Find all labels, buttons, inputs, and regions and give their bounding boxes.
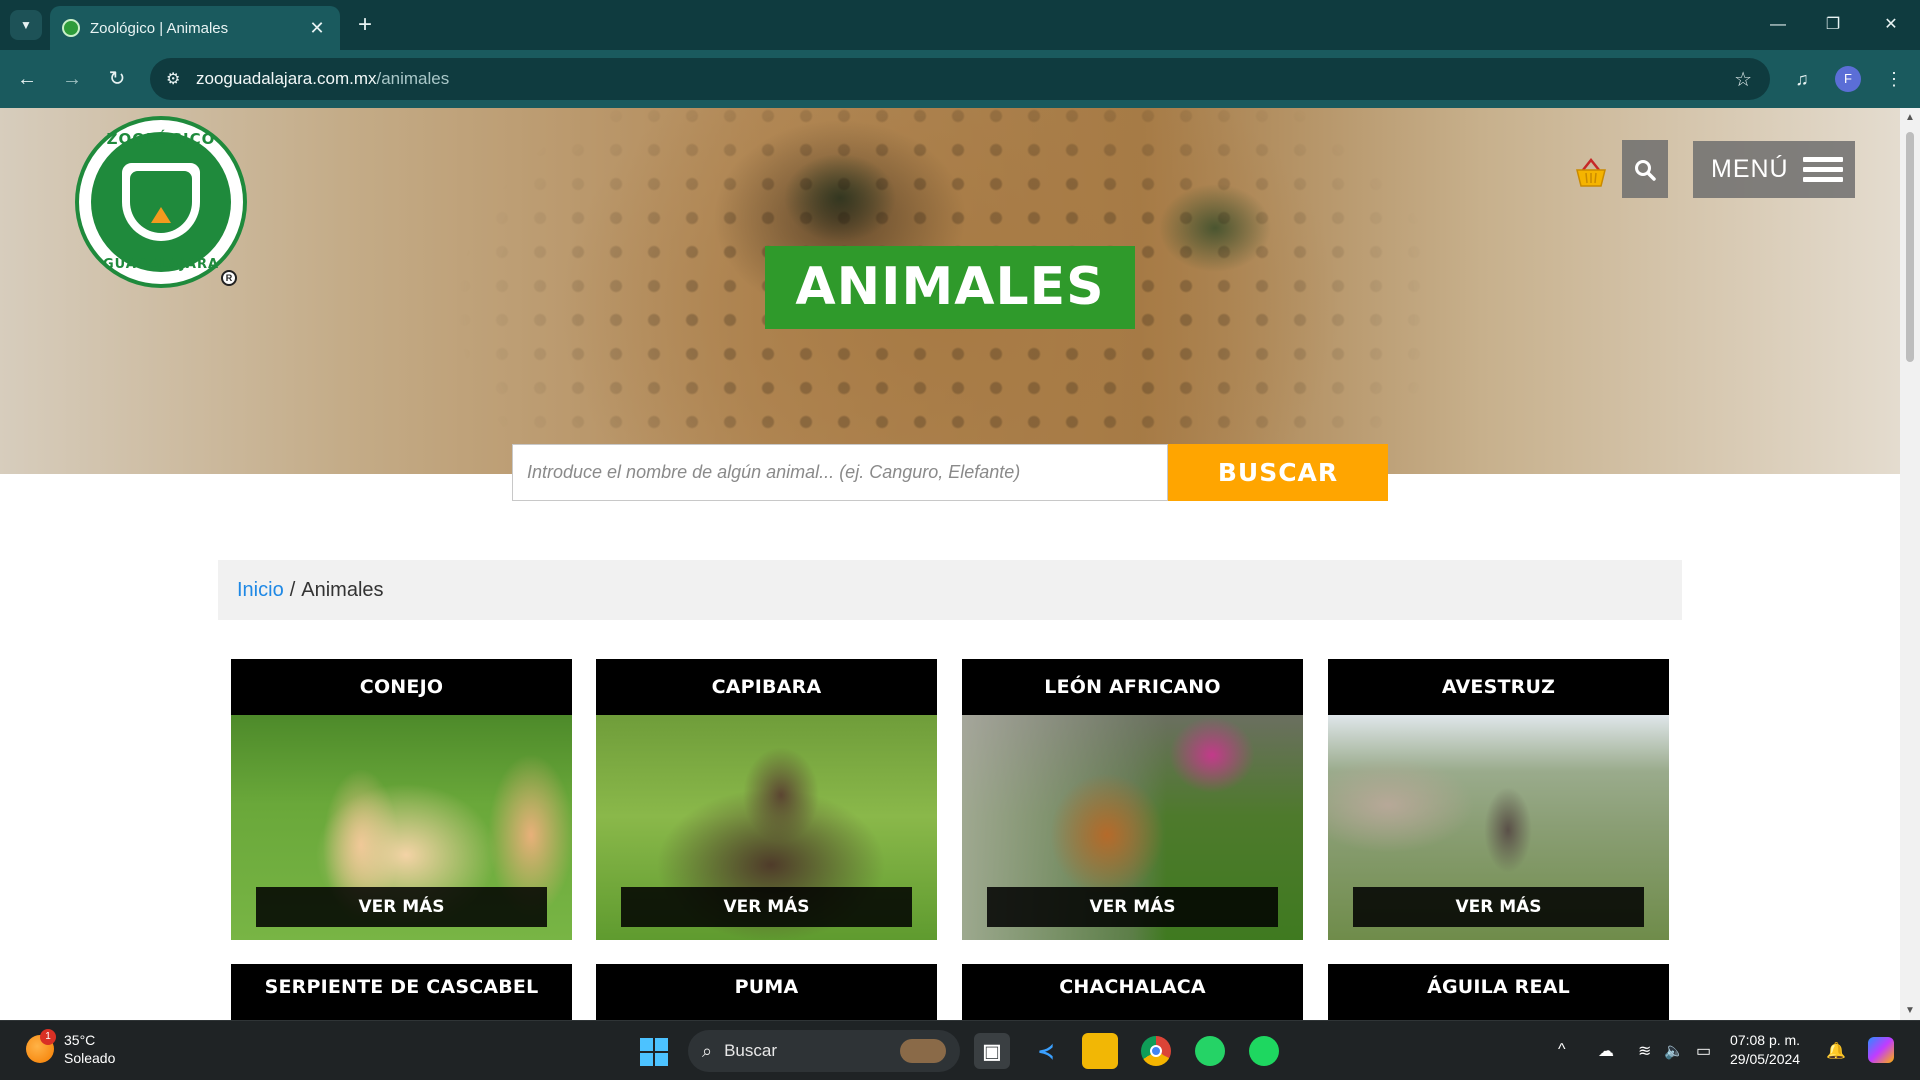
taskbar-search[interactable]: ⌕ Buscar xyxy=(688,1030,960,1072)
ver-mas-button[interactable]: VER MÁS xyxy=(1353,887,1644,927)
rabbit-image: VER MÁS xyxy=(231,715,572,940)
logo-shield-icon xyxy=(122,163,200,241)
cloud-offline-icon[interactable]: ☁ xyxy=(1598,1041,1614,1061)
search-submit-button[interactable]: BUSCAR xyxy=(1168,444,1388,501)
scroll-up-arrow-icon[interactable]: ▲ xyxy=(1905,112,1915,123)
animal-card[interactable]: CHACHALACA xyxy=(962,964,1303,1020)
capybara-image: VER MÁS xyxy=(596,715,937,940)
animal-card[interactable]: ÁGUILA REAL xyxy=(1328,964,1669,1020)
breadcrumb-current: Animales xyxy=(301,578,384,601)
copilot-icon[interactable] xyxy=(1868,1037,1894,1063)
animal-search-input[interactable] xyxy=(512,444,1168,501)
scroll-down-arrow-icon[interactable]: ▼ xyxy=(1905,1005,1915,1016)
file-explorer-icon[interactable] xyxy=(1082,1033,1118,1069)
animal-card[interactable]: SERPIENTE DE CASCABEL xyxy=(231,964,572,1020)
volume-icon[interactable]: 🔈 xyxy=(1664,1041,1684,1061)
browser-toolbar: ← → ↻ ⚙ zooguadalajara.com.mx/animales ☆… xyxy=(0,50,1920,108)
animal-card[interactable]: AVESTRUZ VER MÁS xyxy=(1328,659,1669,940)
animal-card[interactable]: LEÓN AFRICANO VER MÁS xyxy=(962,659,1303,940)
weather-widget[interactable]: 1 35°C Soleado xyxy=(26,1029,116,1067)
ver-mas-button[interactable]: VER MÁS xyxy=(256,887,547,927)
kebab-menu-icon[interactable]: ⋮ xyxy=(1878,63,1910,95)
windows-taskbar: 1 35°C Soleado ⌕ Buscar ▣ ≺ ^ ☁ ≋ 🔈 ▭ 07… xyxy=(0,1020,1920,1080)
tab-list-button[interactable]: ▼ xyxy=(10,10,42,40)
scroll-thumb[interactable] xyxy=(1906,132,1914,362)
animal-card[interactable]: CONEJO VER MÁS xyxy=(231,659,572,940)
restore-button[interactable]: ❐ xyxy=(1810,8,1856,42)
registered-mark: R xyxy=(221,270,237,286)
logo-top-text: ZOOLÓGICO xyxy=(106,130,216,148)
taskbar-clock[interactable]: 07:08 p. m. 29/05/2024 xyxy=(1730,1031,1800,1069)
search-icon: ⌕ xyxy=(702,1040,713,1061)
reload-icon[interactable]: ↻ xyxy=(101,63,133,95)
zoo-logo[interactable]: ZOOLÓGICO GUADALAJARA xyxy=(75,116,247,288)
breadcrumb: Inicio / Animales xyxy=(218,560,1682,620)
chevron-down-icon: ▼ xyxy=(20,18,32,32)
wifi-icon[interactable]: ≋ xyxy=(1638,1041,1651,1061)
address-bar[interactable]: ⚙ zooguadalajara.com.mx/animales ☆ xyxy=(150,58,1770,100)
ver-mas-button[interactable]: VER MÁS xyxy=(987,887,1278,927)
media-controls-icon[interactable]: ♫ xyxy=(1786,63,1818,95)
taskbar-search-label: Buscar xyxy=(724,1041,778,1060)
page-viewport: ZOOLÓGICO GUADALAJARA R MENÚ ANIMALES BU… xyxy=(0,108,1900,1020)
weather-description: Soleado xyxy=(64,1050,116,1066)
whatsapp-icon[interactable] xyxy=(1192,1033,1228,1069)
tab-title: Zoológico | Animales xyxy=(90,19,229,37)
notification-badge: 1 xyxy=(40,1029,56,1045)
animal-card[interactable]: PUMA xyxy=(596,964,937,1020)
browser-tab-bar: ▼ Zoológico | Animales ✕ + — ❐ ✕ xyxy=(0,0,1920,50)
windows-start-icon[interactable] xyxy=(640,1038,668,1066)
page-scrollbar[interactable]: ▲ ▼ xyxy=(1900,108,1920,1020)
new-tab-button[interactable]: + xyxy=(350,10,380,40)
animal-name: SERPIENTE DE CASCABEL xyxy=(264,976,539,998)
animal-name: AVESTRUZ xyxy=(1441,676,1556,698)
clock-time: 07:08 p. m. xyxy=(1730,1032,1801,1048)
menu-label: MENÚ xyxy=(1711,155,1789,183)
otter-illustration-icon xyxy=(900,1039,946,1063)
animal-card[interactable]: CAPIBARA VER MÁS xyxy=(596,659,937,940)
vscode-icon[interactable]: ≺ xyxy=(1028,1033,1064,1069)
chrome-icon[interactable] xyxy=(1138,1033,1174,1069)
battery-icon[interactable]: ▭ xyxy=(1696,1041,1711,1061)
browser-tab-active[interactable]: Zoológico | Animales ✕ xyxy=(50,6,340,50)
url-path: /animales xyxy=(376,69,450,88)
zoo-favicon-icon xyxy=(62,19,80,37)
search-icon xyxy=(1635,160,1656,181)
lion-image: VER MÁS xyxy=(962,715,1303,940)
sun-icon: 1 xyxy=(26,1029,56,1063)
animal-name: LEÓN AFRICANO xyxy=(1044,676,1221,698)
back-arrow-icon[interactable]: ← xyxy=(11,63,43,95)
ostrich-image: VER MÁS xyxy=(1328,715,1669,940)
animal-name: CONEJO xyxy=(359,676,444,698)
animal-name: PUMA xyxy=(734,976,799,998)
clock-date: 29/05/2024 xyxy=(1730,1051,1801,1067)
animal-name: ÁGUILA REAL xyxy=(1427,976,1570,998)
breadcrumb-home-link[interactable]: Inicio xyxy=(237,579,284,602)
shopping-basket-icon[interactable] xyxy=(1574,156,1608,190)
animal-name: CHACHALACA xyxy=(1059,976,1206,998)
minimize-button[interactable]: — xyxy=(1755,8,1801,42)
profile-avatar[interactable]: F xyxy=(1835,66,1861,92)
bookmark-star-icon[interactable]: ☆ xyxy=(1734,67,1752,92)
weather-temperature: 35°C xyxy=(64,1032,96,1048)
task-view-icon[interactable]: ▣ xyxy=(974,1033,1010,1069)
logo-bottom-text: GUADALAJARA xyxy=(102,257,220,272)
site-info-icon[interactable]: ⚙ xyxy=(166,69,196,89)
breadcrumb-separator: / xyxy=(289,578,296,601)
url-host: zooguadalajara.com.mx xyxy=(196,69,377,88)
forward-arrow-icon[interactable]: → xyxy=(56,63,88,95)
page-title: ANIMALES xyxy=(765,246,1135,329)
ver-mas-button[interactable]: VER MÁS xyxy=(621,887,912,927)
header-search-button[interactable] xyxy=(1622,140,1668,198)
animal-name: CAPIBARA xyxy=(711,676,822,698)
menu-button[interactable]: MENÚ xyxy=(1693,141,1855,198)
notification-bell-icon[interactable]: 🔔 xyxy=(1826,1041,1846,1061)
close-window-button[interactable]: ✕ xyxy=(1868,8,1914,42)
animal-search-form: BUSCAR xyxy=(512,444,1388,501)
hamburger-icon xyxy=(1802,152,1843,187)
logo-emblem xyxy=(91,132,231,272)
tab-close-icon[interactable]: ✕ xyxy=(306,18,328,39)
spotify-icon[interactable] xyxy=(1246,1033,1282,1069)
chevron-up-icon[interactable]: ^ xyxy=(1558,1041,1566,1059)
